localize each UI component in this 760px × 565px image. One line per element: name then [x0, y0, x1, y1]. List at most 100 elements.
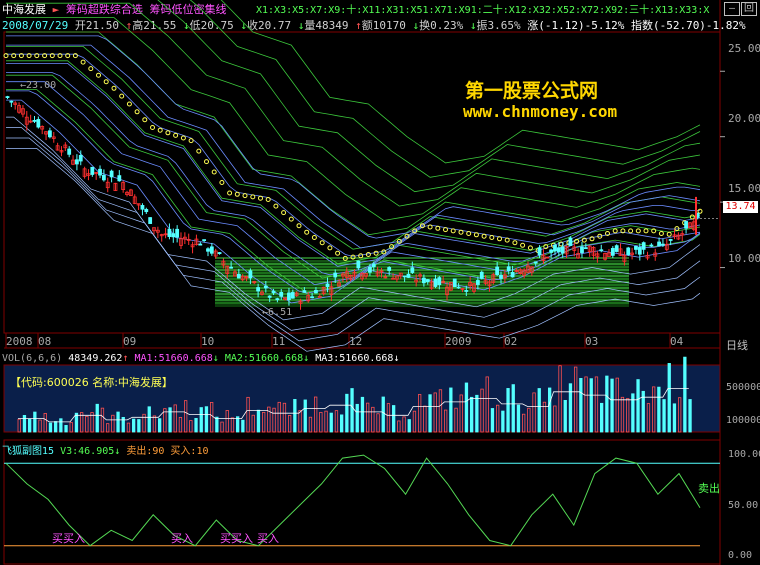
candle-down	[287, 292, 291, 300]
x-label: 11	[272, 335, 286, 348]
cost-dot	[512, 240, 518, 246]
candle-down	[325, 283, 330, 287]
ma1-value: MA1:51660.668	[134, 353, 213, 364]
candle-down	[583, 247, 588, 250]
x-label: 09	[123, 335, 137, 348]
volume-bar-down	[147, 406, 151, 433]
candle-down	[302, 290, 307, 293]
volume-bar-down	[116, 411, 120, 433]
cost-dot	[157, 127, 163, 133]
volume-bar-down	[59, 418, 63, 433]
volume-bar-down	[355, 403, 359, 433]
x-label: 2008	[6, 335, 33, 348]
candle-down	[206, 248, 210, 252]
candle-down	[425, 279, 430, 283]
candle-down	[495, 266, 500, 275]
stock-info-label: 【代码:600026 名称:中海发展】	[10, 376, 173, 389]
candle-down	[263, 285, 268, 289]
volume-header: VOL(6,6,6) 48349.262↑ MA1:51660.668↓ MA2…	[2, 353, 400, 364]
volume-bar-down	[360, 396, 365, 433]
price-high-value: 23.00	[26, 80, 57, 91]
volume-bar-down	[157, 418, 162, 433]
ma2-value: MA2:51660.668	[224, 353, 304, 364]
candle-down	[433, 278, 438, 287]
volume-bar-down	[610, 378, 614, 433]
candle-down	[144, 209, 149, 213]
cost-dot	[219, 180, 225, 185]
volume-bar-down	[204, 406, 209, 433]
volume-bar-down	[27, 419, 32, 433]
y-tick: 10.00	[728, 252, 760, 265]
volume-bar-down	[506, 388, 510, 433]
ma-green-line	[6, 31, 701, 236]
volume-bar-down	[511, 384, 515, 433]
cost-dot	[142, 117, 148, 123]
candle-down	[437, 277, 442, 286]
volume-bar-down	[688, 399, 692, 433]
cost-dot	[311, 235, 317, 240]
candle-down	[410, 267, 415, 273]
candle-down	[537, 247, 542, 256]
vol-value: 48349.262	[68, 353, 123, 364]
cost-dot	[227, 190, 233, 196]
candle-down	[217, 252, 222, 255]
cost-dot	[265, 197, 271, 202]
candle-down	[279, 291, 284, 297]
cost-dot	[126, 101, 132, 107]
candle-down	[657, 241, 661, 247]
cost-dot	[635, 228, 641, 234]
indicator-header: 飞狐副图15 V3:46.905↓ 卖出:90 买入:10	[2, 442, 208, 457]
candle-down	[275, 298, 280, 301]
cost-dot	[466, 231, 472, 236]
vol-y-tick: 500000	[726, 382, 760, 393]
cost-dot	[504, 237, 510, 243]
candle-down	[290, 292, 295, 299]
candle-down	[568, 237, 573, 246]
candle-down	[236, 274, 241, 279]
candle-down	[356, 260, 361, 269]
y-tick: 20.00	[728, 112, 760, 125]
cost-dot	[242, 193, 248, 199]
cost-dot	[173, 132, 179, 138]
volume-bar-down	[475, 394, 479, 433]
buy-marker: 买入	[257, 532, 279, 545]
candle-down	[256, 287, 261, 292]
chart-canvas[interactable]	[0, 0, 760, 565]
cost-dot	[435, 225, 441, 231]
candle-down	[248, 270, 253, 279]
candle-down	[271, 290, 276, 294]
volume-bar-down	[329, 412, 333, 433]
cost-dot	[489, 235, 495, 240]
candle-down	[402, 275, 407, 278]
cost-dot	[273, 203, 279, 209]
volume-bar-down	[428, 394, 432, 433]
cost-dot	[250, 194, 256, 200]
volume-bar-down	[501, 410, 505, 433]
candle-down	[148, 217, 153, 224]
y-tick: 15.00	[728, 182, 760, 195]
indicator-name[interactable]: 飞狐副图15	[2, 446, 54, 457]
cost-dot	[103, 79, 109, 85]
candle-down	[9, 100, 14, 103]
cost-dot	[304, 229, 310, 235]
ind-y-tick: 100.00	[728, 449, 760, 460]
ma3-value: MA3:51660.668	[315, 353, 394, 364]
watermark-url: www.chnmoney.com	[463, 102, 618, 121]
candle-down	[167, 228, 172, 237]
cost-dot	[180, 135, 186, 141]
cost-dot	[643, 228, 649, 234]
volume-bar-down	[391, 405, 396, 433]
candle-down	[314, 289, 318, 294]
volume-bar-down	[54, 421, 58, 433]
cost-dot	[666, 231, 672, 237]
candle-down	[684, 221, 688, 229]
candle-down	[549, 249, 554, 253]
candle-down	[32, 119, 37, 122]
candle-down	[475, 280, 480, 285]
cost-dot	[165, 130, 171, 136]
cost-dot	[119, 93, 125, 99]
candle-down	[421, 277, 426, 284]
cost-dot	[628, 228, 634, 234]
volume-bar-down	[657, 386, 661, 433]
cost-dot	[150, 125, 155, 130]
